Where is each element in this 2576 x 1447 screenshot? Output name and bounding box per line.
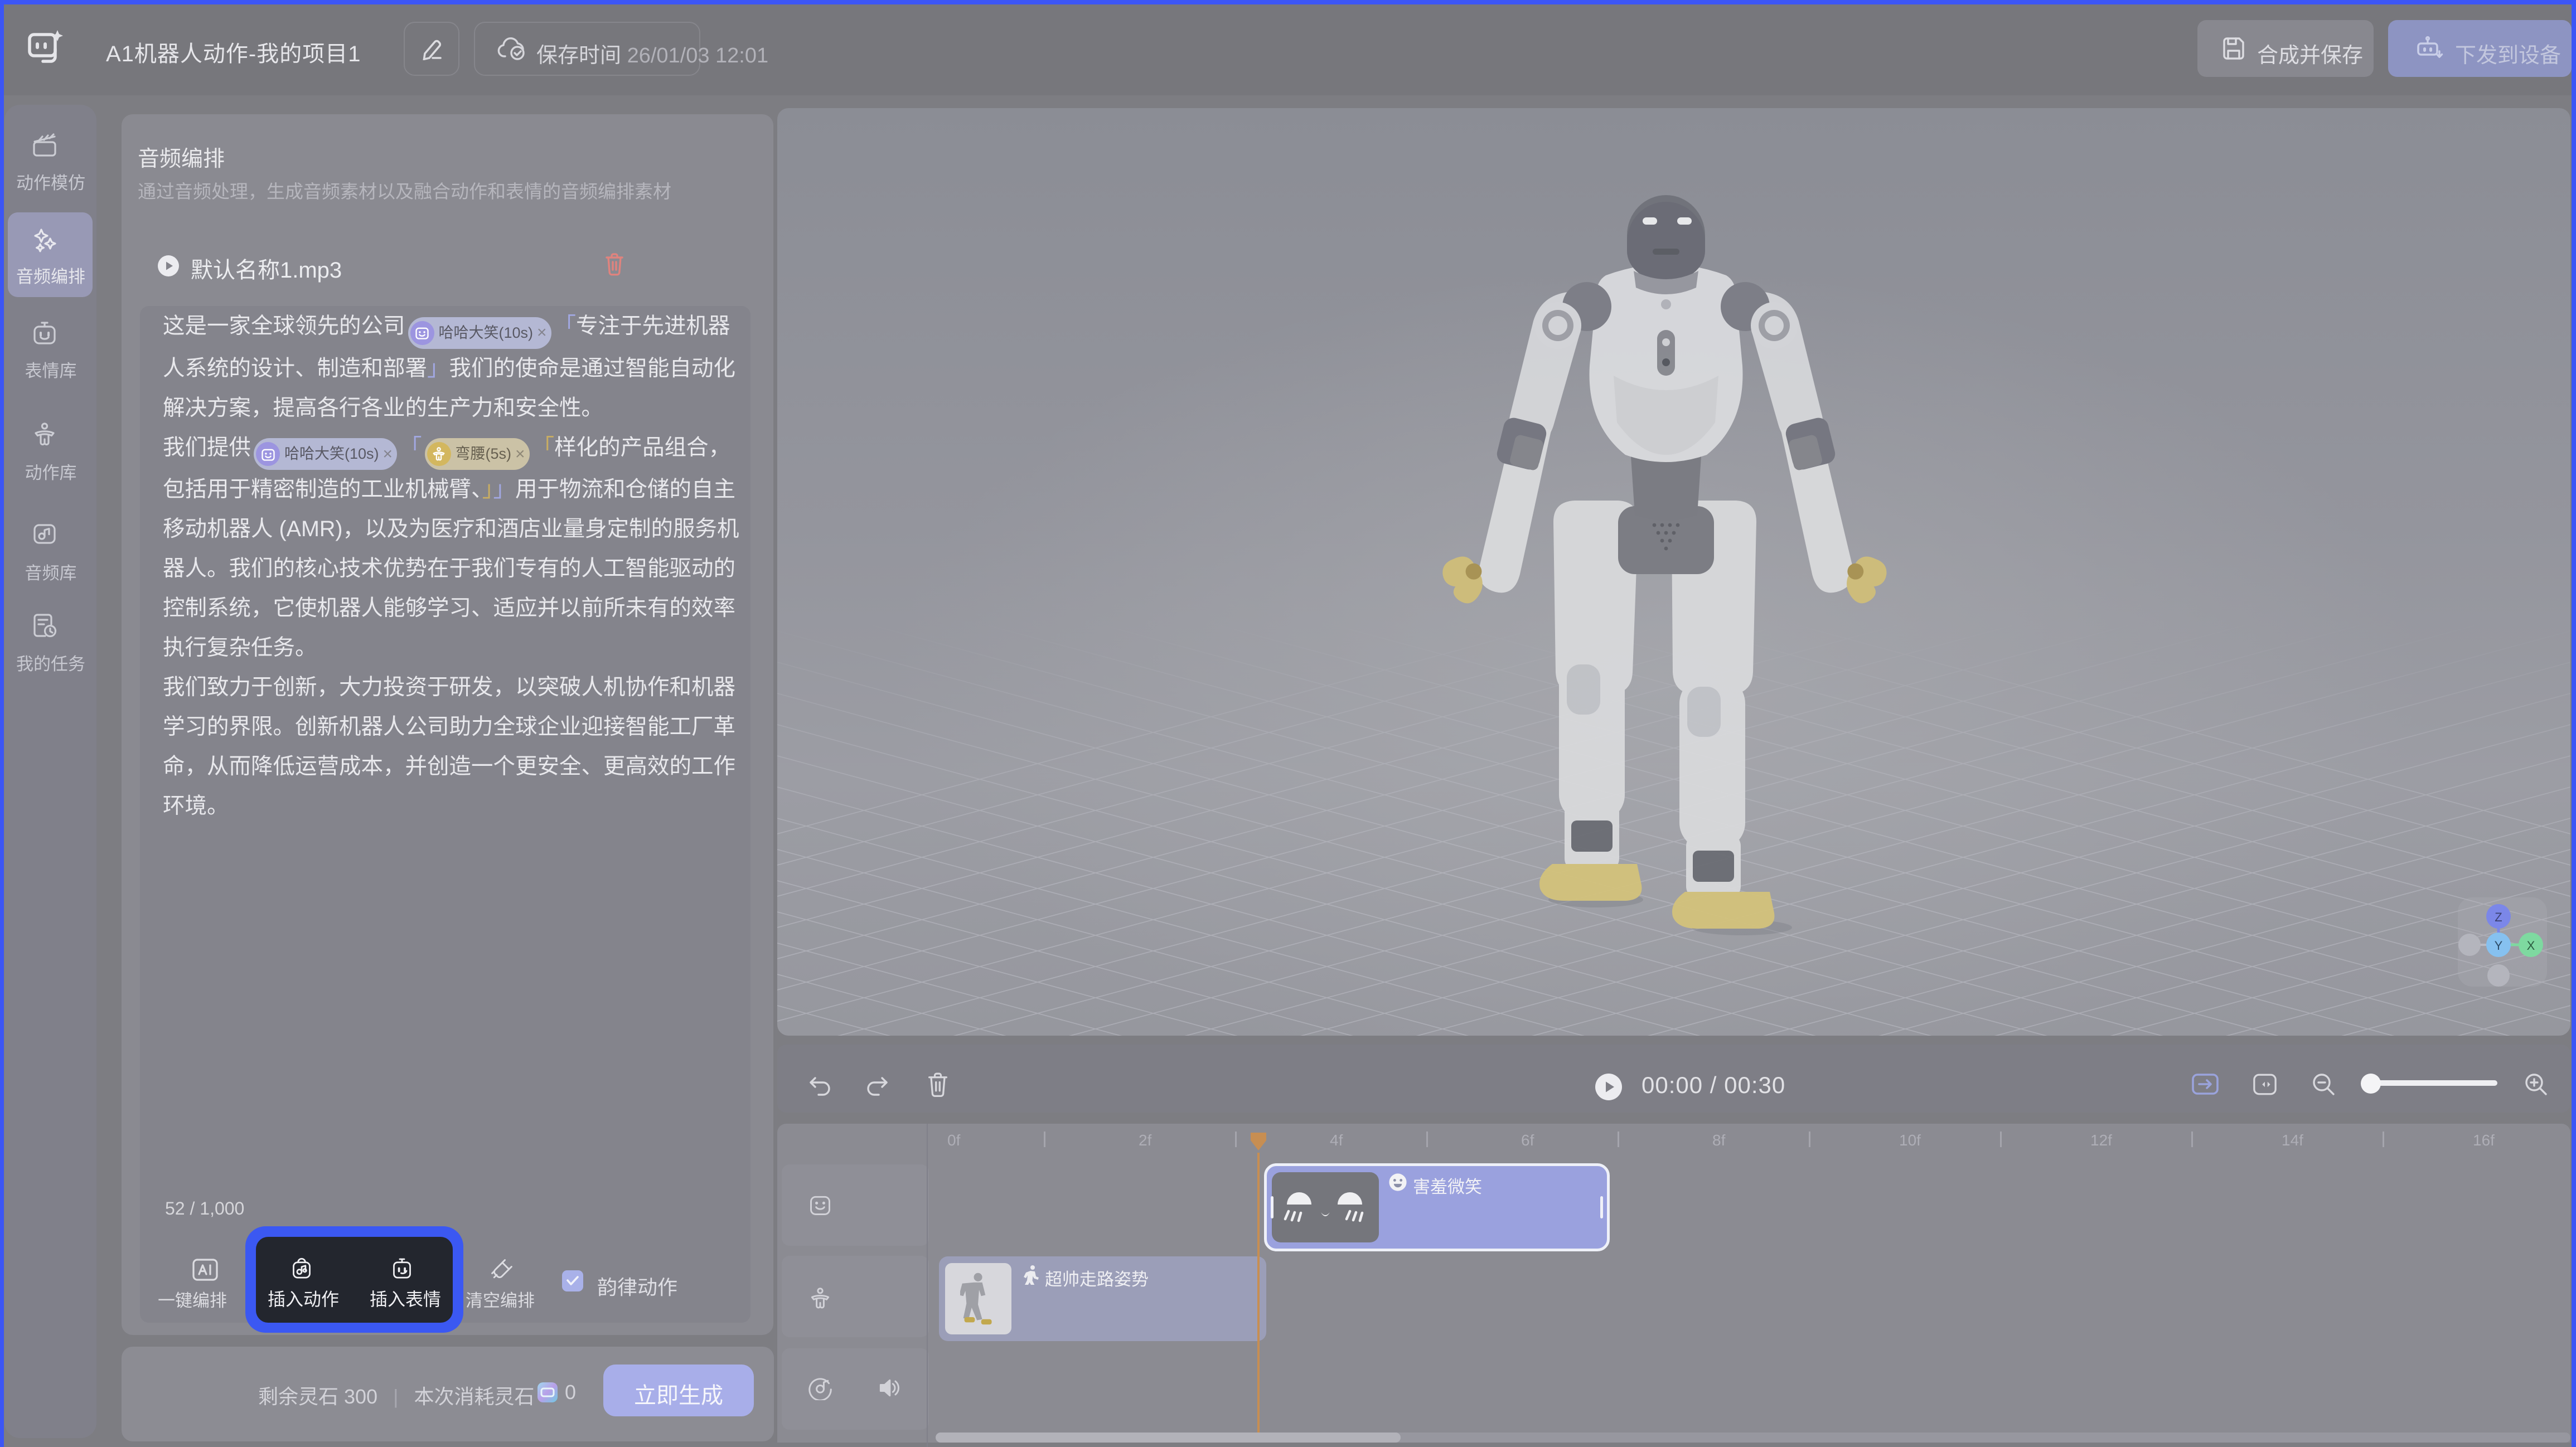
svg-text:Z: Z bbox=[2495, 910, 2502, 924]
svg-text:Y: Y bbox=[2495, 939, 2503, 953]
svg-text:X: X bbox=[2527, 939, 2535, 953]
